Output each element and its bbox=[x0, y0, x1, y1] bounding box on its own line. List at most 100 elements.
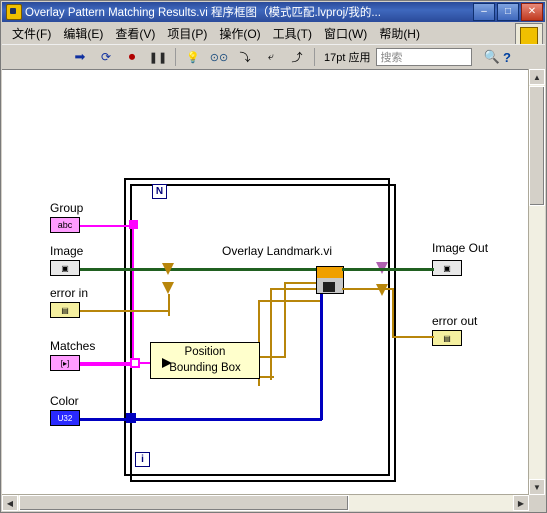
case-structure-frame bbox=[130, 184, 396, 482]
label-image: Image bbox=[50, 244, 84, 258]
lightbulb-icon: 💡 bbox=[186, 51, 200, 64]
pause-button[interactable]: ❚❚ bbox=[146, 46, 170, 68]
diagram-contents: N i Overlay Landmark.vi Position Boundin… bbox=[2, 70, 521, 511]
window-title: Overlay Pattern Matching Results.vi 程序框图… bbox=[25, 7, 381, 19]
cluster-item-position: Position bbox=[184, 346, 226, 358]
wire-error-out-1 bbox=[342, 288, 394, 290]
overlay-landmark-subvi[interactable] bbox=[316, 266, 344, 294]
terminal-image-out[interactable]: ▣ bbox=[432, 260, 462, 276]
run-continuous-icon: ⟳ bbox=[100, 50, 112, 64]
wire-error-path-6 bbox=[258, 300, 322, 302]
block-diagram-canvas[interactable]: N i Overlay Landmark.vi Position Boundin… bbox=[2, 69, 545, 511]
wire-cluster-vert-2 bbox=[272, 376, 274, 378]
scroll-down-button[interactable]: ▼ bbox=[529, 479, 545, 495]
horizontal-scrollbar[interactable]: ◀ ▶ bbox=[2, 494, 529, 511]
terminal-image[interactable]: ▣ bbox=[50, 260, 80, 276]
close-icon: ✕ bbox=[527, 6, 537, 17]
scroll-up-button[interactable]: ▲ bbox=[529, 69, 545, 85]
vertical-scrollbar[interactable]: ▲ ▼ bbox=[528, 69, 545, 495]
menu-item-edit[interactable]: 编辑(E) bbox=[57, 23, 109, 44]
terminal-error-out[interactable]: ▤ bbox=[432, 330, 462, 346]
abort-icon: ⏺ bbox=[128, 49, 136, 64]
step-over-button[interactable]: ⤶ bbox=[259, 46, 283, 68]
vi-icon bbox=[520, 27, 538, 45]
wire-image-out-seg bbox=[342, 268, 396, 271]
terminal-group[interactable]: abc bbox=[50, 217, 80, 233]
menu-item-view[interactable]: 查看(V) bbox=[109, 23, 161, 44]
retain-wire-values-button[interactable]: ⊙⊙ bbox=[207, 46, 231, 68]
title-bar: Overlay Pattern Matching Results.vi 程序框图… bbox=[2, 2, 545, 22]
wire-color bbox=[80, 418, 132, 421]
run-arrow-icon: ➡ bbox=[74, 49, 86, 64]
toolbar: ➡ ⟳ ⏺ ❚❚ 💡 ⊙⊙ ⤵ ⤶ ⤴ 17pt 应用 搜索 🔍 ? bbox=[2, 44, 545, 69]
toolbar-separator-1 bbox=[175, 48, 176, 66]
run-button[interactable]: ➡ bbox=[68, 46, 92, 68]
scrollbar-corner bbox=[529, 495, 545, 511]
search-input[interactable]: 搜索 bbox=[376, 48, 473, 66]
wire-group-vert bbox=[132, 227, 134, 365]
window-buttons: – □ ✕ bbox=[473, 3, 543, 21]
wire-error-in bbox=[80, 310, 92, 312]
abort-button[interactable]: ⏺ bbox=[120, 46, 144, 68]
terminal-matches[interactable]: [▸] bbox=[50, 355, 80, 371]
wire-error-out-2 bbox=[392, 288, 394, 338]
maximize-icon: □ bbox=[504, 6, 512, 17]
subvi-icon-body bbox=[317, 278, 343, 293]
pause-icon: ❚❚ bbox=[148, 51, 168, 64]
label-image-out: Image Out bbox=[432, 241, 489, 255]
wire-image bbox=[80, 268, 320, 271]
run-continuously-button[interactable]: ⟳ bbox=[94, 46, 118, 68]
menu-item-operate[interactable]: 操作(O) bbox=[213, 23, 266, 44]
step-out-icon: ⤴ bbox=[291, 52, 303, 64]
label-error-out: error out bbox=[432, 314, 478, 328]
wire-error-out-3 bbox=[392, 336, 434, 338]
loop-count-terminal: N bbox=[152, 184, 167, 199]
label-color: Color bbox=[50, 394, 79, 408]
step-out-button[interactable]: ⤴ bbox=[285, 46, 309, 68]
wire-cluster-top bbox=[284, 282, 318, 284]
wire-error-path-4 bbox=[270, 288, 318, 290]
subvi-title-label: Overlay Landmark.vi bbox=[222, 244, 333, 258]
menu-bar: 文件(F) 编辑(E) 查看(V) 项目(P) 操作(O) 工具(T) 窗口(W… bbox=[2, 22, 545, 44]
vertical-scroll-thumb[interactable] bbox=[529, 86, 545, 206]
wire-matches-node bbox=[130, 358, 140, 368]
step-over-icon: ⤶ bbox=[267, 50, 275, 63]
font-selector[interactable]: 17pt 应用 bbox=[320, 49, 374, 65]
wire-error-path-1 bbox=[168, 294, 170, 316]
menu-item-tools[interactable]: 工具(T) bbox=[267, 23, 318, 44]
menu-item-project[interactable]: 项目(P) bbox=[161, 23, 213, 44]
wire-cluster-vert-1 bbox=[284, 282, 286, 358]
step-into-icon: ⤵ bbox=[239, 52, 251, 64]
scroll-left-button[interactable]: ◀ bbox=[2, 495, 18, 511]
menu-item-help[interactable]: 帮助(H) bbox=[373, 23, 426, 44]
wire-image-out bbox=[392, 268, 434, 271]
wire-group bbox=[80, 225, 132, 227]
menu-item-file[interactable]: 文件(F) bbox=[6, 23, 57, 44]
toolbar-right-group: 🔍 ? bbox=[484, 49, 545, 65]
scroll-right-button[interactable]: ▶ bbox=[513, 495, 529, 511]
minimize-icon: – bbox=[481, 6, 487, 17]
maximize-button[interactable]: □ bbox=[497, 3, 519, 21]
wire-matches bbox=[80, 362, 132, 366]
wire-matches-to-cluster bbox=[140, 362, 150, 364]
loop-iteration-terminal: i bbox=[135, 452, 150, 467]
toolbar-separator-2 bbox=[314, 48, 315, 66]
step-into-button[interactable]: ⤵ bbox=[233, 46, 257, 68]
retain-wire-values-icon: ⊙⊙ bbox=[209, 51, 229, 64]
magnifier-icon[interactable]: 🔍 bbox=[484, 49, 500, 65]
label-group: Group bbox=[50, 201, 84, 215]
menu-item-window[interactable]: 窗口(W) bbox=[318, 23, 373, 44]
horizontal-scroll-thumb[interactable] bbox=[19, 495, 349, 511]
close-button[interactable]: ✕ bbox=[521, 3, 543, 21]
minimize-button[interactable]: – bbox=[473, 3, 495, 21]
terminal-color[interactable]: U32 bbox=[50, 410, 80, 426]
labview-icon bbox=[6, 4, 22, 20]
terminal-error-in[interactable]: ▤ bbox=[50, 302, 80, 318]
help-icon[interactable]: ? bbox=[503, 50, 511, 65]
wire-color-horz bbox=[132, 418, 322, 421]
wire-error-path-2 bbox=[92, 310, 170, 312]
label-matches: Matches bbox=[50, 339, 96, 353]
highlight-execution-button[interactable]: 💡 bbox=[181, 46, 205, 68]
label-error-in: error in bbox=[50, 286, 89, 300]
application-window: Overlay Pattern Matching Results.vi 程序框图… bbox=[0, 0, 547, 513]
